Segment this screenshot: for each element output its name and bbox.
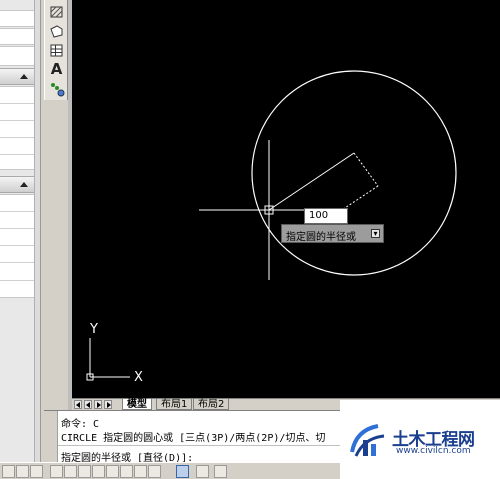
property-field[interactable] (0, 86, 34, 170)
radius-rubberband-line (268, 152, 355, 211)
divider (0, 262, 34, 263)
tab-layout2[interactable]: 布局2 (193, 399, 230, 410)
tab-model[interactable]: 模型 (122, 399, 152, 410)
drawing-svg: Y X (86, 70, 457, 385)
tpy-toggle-icon[interactable] (176, 465, 189, 478)
section-header[interactable] (0, 68, 34, 85)
divider (0, 245, 34, 246)
divider (0, 228, 34, 229)
command-window-grip[interactable] (44, 411, 58, 462)
lineweight-toggle-icon[interactable] (134, 465, 147, 478)
next-tab-icon[interactable] (94, 400, 102, 409)
qp-toggle-icon[interactable] (196, 465, 209, 478)
ucs-x-label: X (134, 370, 143, 385)
otrack-toggle-icon[interactable] (92, 465, 105, 478)
divider (0, 280, 34, 281)
prompt-tip-text: 指定圆的半径或 (286, 232, 356, 243)
dynamic-prompt-tooltip: 指定圆的半径或 ▾ (281, 224, 384, 243)
region-icon[interactable] (48, 23, 65, 40)
prev-tab-icon[interactable] (84, 400, 92, 409)
last-tab-icon[interactable] (104, 400, 112, 409)
divider (0, 137, 34, 138)
radius-dashed-line (353, 152, 379, 187)
divider (0, 211, 34, 212)
section-header[interactable] (0, 176, 34, 193)
divider (0, 120, 34, 121)
hatch-icon[interactable] (48, 4, 65, 21)
property-field[interactable] (0, 10, 34, 27)
table-icon[interactable] (48, 42, 65, 59)
options-down-arrow-icon[interactable]: ▾ (371, 229, 380, 238)
add-selected-icon[interactable] (48, 80, 65, 97)
collapse-arrow-icon (20, 182, 28, 187)
ortho-toggle-icon[interactable] (30, 465, 43, 478)
command-prompt-input[interactable]: 指定圆的半径或 [直径(D)]: (61, 449, 193, 462)
first-tab-icon[interactable] (74, 400, 82, 409)
site-watermark: 土木工程网 www.civilcn.com (340, 400, 500, 479)
property-field[interactable] (0, 28, 34, 45)
properties-palette (0, 0, 41, 462)
brand-url: www.civilcn.com (396, 446, 471, 456)
command-history-line: CIRCLE 指定圆的圆心或 [三点(3P)/两点(2P)/切点、切 (61, 433, 326, 444)
sc-toggle-icon[interactable] (214, 465, 227, 478)
palette-scrollbar[interactable] (34, 0, 40, 462)
dynamic-length-input[interactable]: 100 (304, 208, 348, 224)
circle-preview (251, 70, 457, 276)
collapse-arrow-icon (20, 74, 28, 79)
command-history-line: 命令: C (61, 419, 100, 430)
snap-toggle-icon[interactable] (2, 465, 15, 478)
crosshair-icon[interactable] (148, 465, 161, 478)
brand-logo-icon (350, 424, 385, 457)
tab-layout1[interactable]: 布局1 (156, 399, 193, 410)
ucs-y-label: Y (89, 322, 98, 337)
dyn-toggle-icon[interactable] (120, 465, 133, 478)
drawing-area[interactable]: Y X 100 指定圆的半径或 ▾ (72, 0, 500, 398)
property-field[interactable] (0, 194, 34, 298)
osnap-toggle-icon[interactable] (64, 465, 77, 478)
3d-osnap-toggle-icon[interactable] (78, 465, 91, 478)
divider (0, 154, 34, 155)
polar-toggle-icon[interactable] (50, 465, 63, 478)
divider (0, 103, 34, 104)
grid-toggle-icon[interactable] (16, 465, 29, 478)
property-field[interactable] (0, 46, 34, 66)
draw-toolbar: A (44, 0, 68, 100)
multiline-text-icon[interactable]: A (48, 61, 65, 78)
ducs-toggle-icon[interactable] (106, 465, 119, 478)
